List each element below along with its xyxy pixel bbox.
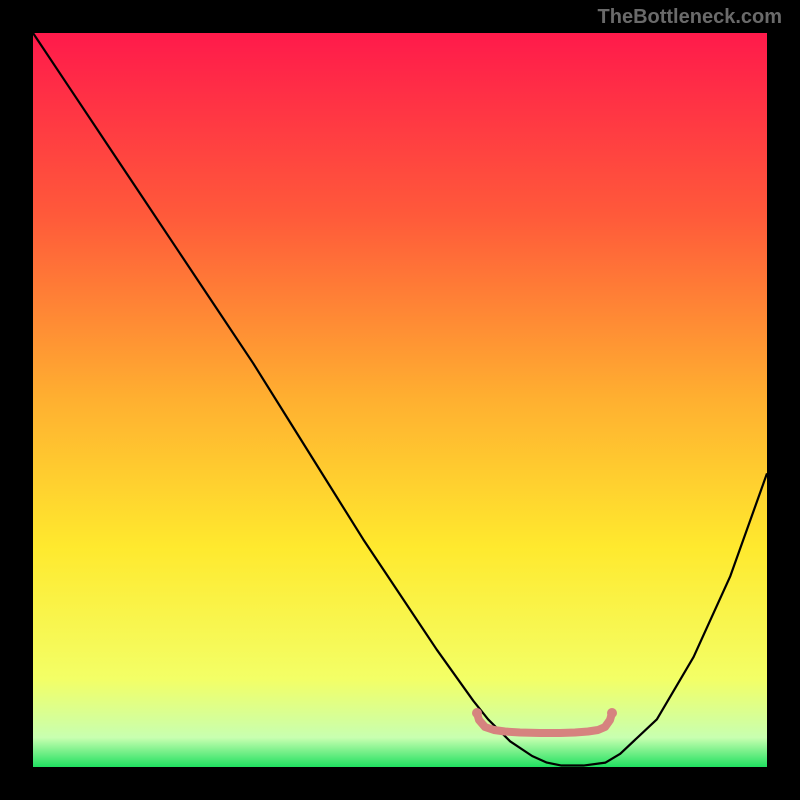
watermark-text: TheBottleneck.com bbox=[598, 6, 782, 29]
flat-zone-endcap bbox=[472, 708, 482, 718]
bottleneck-chart bbox=[0, 0, 800, 800]
chart-svg bbox=[0, 0, 800, 800]
flat-zone-endcap bbox=[607, 708, 617, 718]
chart-gradient-bg bbox=[33, 33, 767, 767]
